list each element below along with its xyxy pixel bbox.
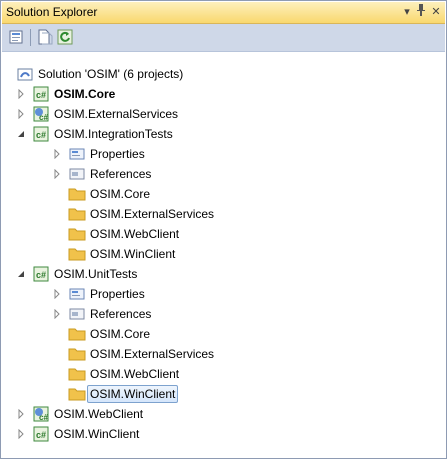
folder-icon	[68, 325, 86, 343]
tree-node-label: OSIM.IntegrationTests	[54, 127, 173, 141]
solution-explorer-panel: Solution Explorer ▾ ✕ Solution 'OSIM' (6…	[0, 0, 447, 459]
tree-node-label: OSIM.WebClient	[54, 407, 144, 421]
folder-icon	[68, 345, 86, 363]
csharp-project-icon: c#	[32, 85, 50, 103]
collapse-arrow-icon[interactable]	[16, 269, 26, 279]
svg-text:c#: c#	[39, 113, 48, 122]
properties-icon	[68, 145, 86, 163]
close-icon[interactable]: ✕	[428, 3, 444, 21]
tree-node-label: OSIM.UnitTests	[54, 267, 138, 281]
auto-hide-pin-icon[interactable]	[413, 3, 429, 21]
svg-text:c#: c#	[36, 130, 46, 140]
panel-toolbar	[2, 24, 445, 52]
tree-node-label: OSIM.Core	[90, 187, 151, 201]
tree-node-label: OSIM.ExternalServices	[54, 107, 179, 121]
svg-text:c#: c#	[36, 90, 46, 100]
expand-arrow-icon[interactable]	[16, 409, 26, 419]
folder-icon	[68, 365, 86, 383]
expand-arrow-icon[interactable]	[52, 169, 62, 179]
toolbar-separator	[30, 29, 31, 46]
properties-icon	[68, 285, 86, 303]
references-icon	[68, 305, 86, 323]
folder-icon	[68, 205, 86, 223]
tree-node-label: OSIM.WebClient	[90, 367, 180, 381]
tree-node-label: Properties	[90, 147, 145, 161]
tree-node-label: OSIM.Core	[90, 327, 151, 341]
tree-node-label: References	[90, 167, 152, 181]
csharp-project-icon: c#	[32, 265, 50, 283]
tree-node-label: OSIM.WebClient	[90, 227, 180, 241]
refresh-icon[interactable]	[57, 29, 73, 45]
svg-text:c#: c#	[39, 413, 48, 422]
expand-arrow-icon[interactable]	[52, 149, 62, 159]
expand-arrow-icon[interactable]	[52, 289, 62, 299]
expand-arrow-icon[interactable]	[52, 309, 62, 319]
solution-tree: Solution 'OSIM' (6 projects) c# OSIM.Cor…	[2, 52, 445, 457]
folder-icon	[68, 185, 86, 203]
panel-title: Solution Explorer	[6, 5, 98, 19]
expand-arrow-icon[interactable]	[16, 109, 26, 119]
expand-arrow-icon[interactable]	[16, 429, 26, 439]
csharp-project-icon: c#	[32, 125, 50, 143]
references-icon	[68, 165, 86, 183]
folder-icon	[68, 225, 86, 243]
solution-label: Solution 'OSIM' (6 projects)	[38, 67, 184, 81]
properties-icon[interactable]	[9, 29, 25, 45]
svg-text:c#: c#	[36, 270, 46, 280]
svg-text:c#: c#	[36, 430, 46, 440]
tree-node-label: OSIM.Core	[54, 87, 116, 101]
csharp-web-project-icon: c#	[32, 105, 50, 123]
tree-node-label: OSIM.WinClient	[87, 385, 179, 403]
tree-node-label: OSIM.ExternalServices	[90, 207, 215, 221]
panel-titlebar: Solution Explorer ▾ ✕	[2, 2, 445, 24]
collapse-arrow-icon[interactable]	[16, 129, 26, 139]
tree-node-label: OSIM.WinClient	[54, 427, 140, 441]
expand-arrow-icon[interactable]	[16, 89, 26, 99]
solution-icon	[16, 65, 34, 83]
tree-node-label: Properties	[90, 287, 145, 301]
csharp-web-project-icon: c#	[32, 405, 50, 423]
tree-node-label: OSIM.ExternalServices	[90, 347, 215, 361]
show-all-files-icon[interactable]	[37, 29, 53, 45]
csharp-project-icon: c#	[32, 425, 50, 443]
tree-node-label: OSIM.WinClient	[90, 247, 176, 261]
folder-icon	[68, 245, 86, 263]
tree-node-label: References	[90, 307, 152, 321]
folder-icon	[68, 385, 86, 403]
